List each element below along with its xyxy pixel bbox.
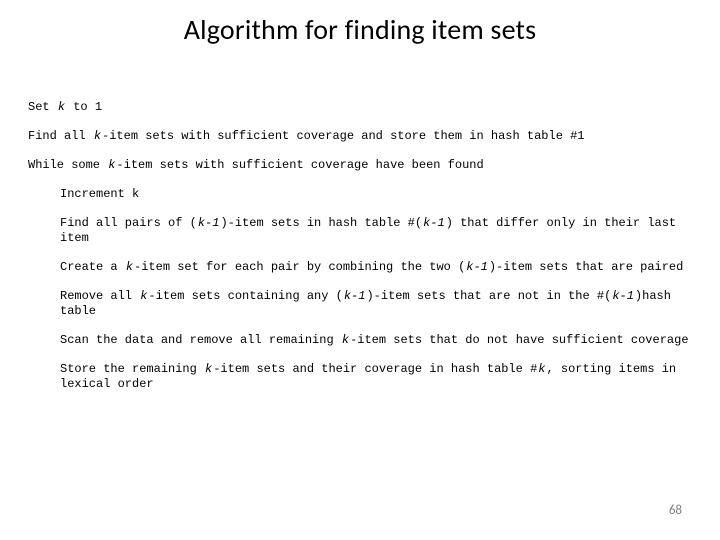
- text: )-item sets that are paired: [489, 260, 683, 274]
- var-k: k: [93, 129, 102, 144]
- text: Find all: [28, 129, 93, 143]
- var-k: k: [125, 260, 134, 275]
- algorithm-body: Set k to 1 Find all k-item sets with suf…: [28, 100, 692, 406]
- text: -item sets that do not have sufficient c…: [350, 333, 688, 347]
- var-k: k: [204, 362, 213, 377]
- text: -item sets with sufficient coverage have…: [116, 158, 483, 172]
- text: Find all pairs of (: [60, 216, 197, 230]
- text: While some: [28, 158, 107, 172]
- text: Increment k: [60, 187, 139, 201]
- text: )-item sets that are not in the #(: [366, 289, 611, 303]
- var-km1: k-1: [465, 260, 489, 275]
- slide-title: Algorithm for finding item sets: [0, 12, 720, 47]
- var-km1: k-1: [197, 216, 221, 231]
- text: )-item sets in hash table #(: [220, 216, 422, 230]
- text: Remove all: [60, 289, 139, 303]
- alg-line-4: Increment k: [28, 187, 692, 202]
- var-km1: k-1: [343, 289, 367, 304]
- var-k: k: [341, 333, 350, 348]
- var-k: k: [537, 362, 546, 377]
- text: -item sets and their coverage in hash ta…: [213, 362, 537, 376]
- text: to 1: [66, 100, 102, 114]
- slide-root: Algorithm for finding item sets Set k to…: [0, 0, 720, 540]
- var-k: k: [57, 100, 66, 115]
- var-km1: k-1: [611, 289, 635, 304]
- alg-line-1: Set k to 1: [28, 100, 692, 115]
- text: -item sets with sufficient coverage and …: [102, 129, 584, 143]
- text: Create a: [60, 260, 125, 274]
- alg-line-2: Find all k-item sets with sufficient cov…: [28, 129, 692, 144]
- alg-line-6: Create a k-item set for each pair by com…: [28, 260, 692, 275]
- text: Store the remaining: [60, 362, 204, 376]
- text: -item set for each pair by combining the…: [134, 260, 465, 274]
- alg-line-3: While some k-item sets with sufficient c…: [28, 158, 692, 173]
- var-km1: k-1: [422, 216, 446, 231]
- text: Set: [28, 100, 57, 114]
- text: Scan the data and remove all remaining: [60, 333, 341, 347]
- alg-line-7: Remove all k-item sets containing any (k…: [28, 289, 692, 319]
- alg-line-5: Find all pairs of (k-1)-item sets in has…: [28, 216, 692, 246]
- text: -item sets containing any (: [148, 289, 342, 303]
- alg-line-8: Scan the data and remove all remaining k…: [28, 333, 692, 348]
- alg-line-9: Store the remaining k-item sets and thei…: [28, 362, 692, 392]
- page-number: 68: [669, 503, 682, 518]
